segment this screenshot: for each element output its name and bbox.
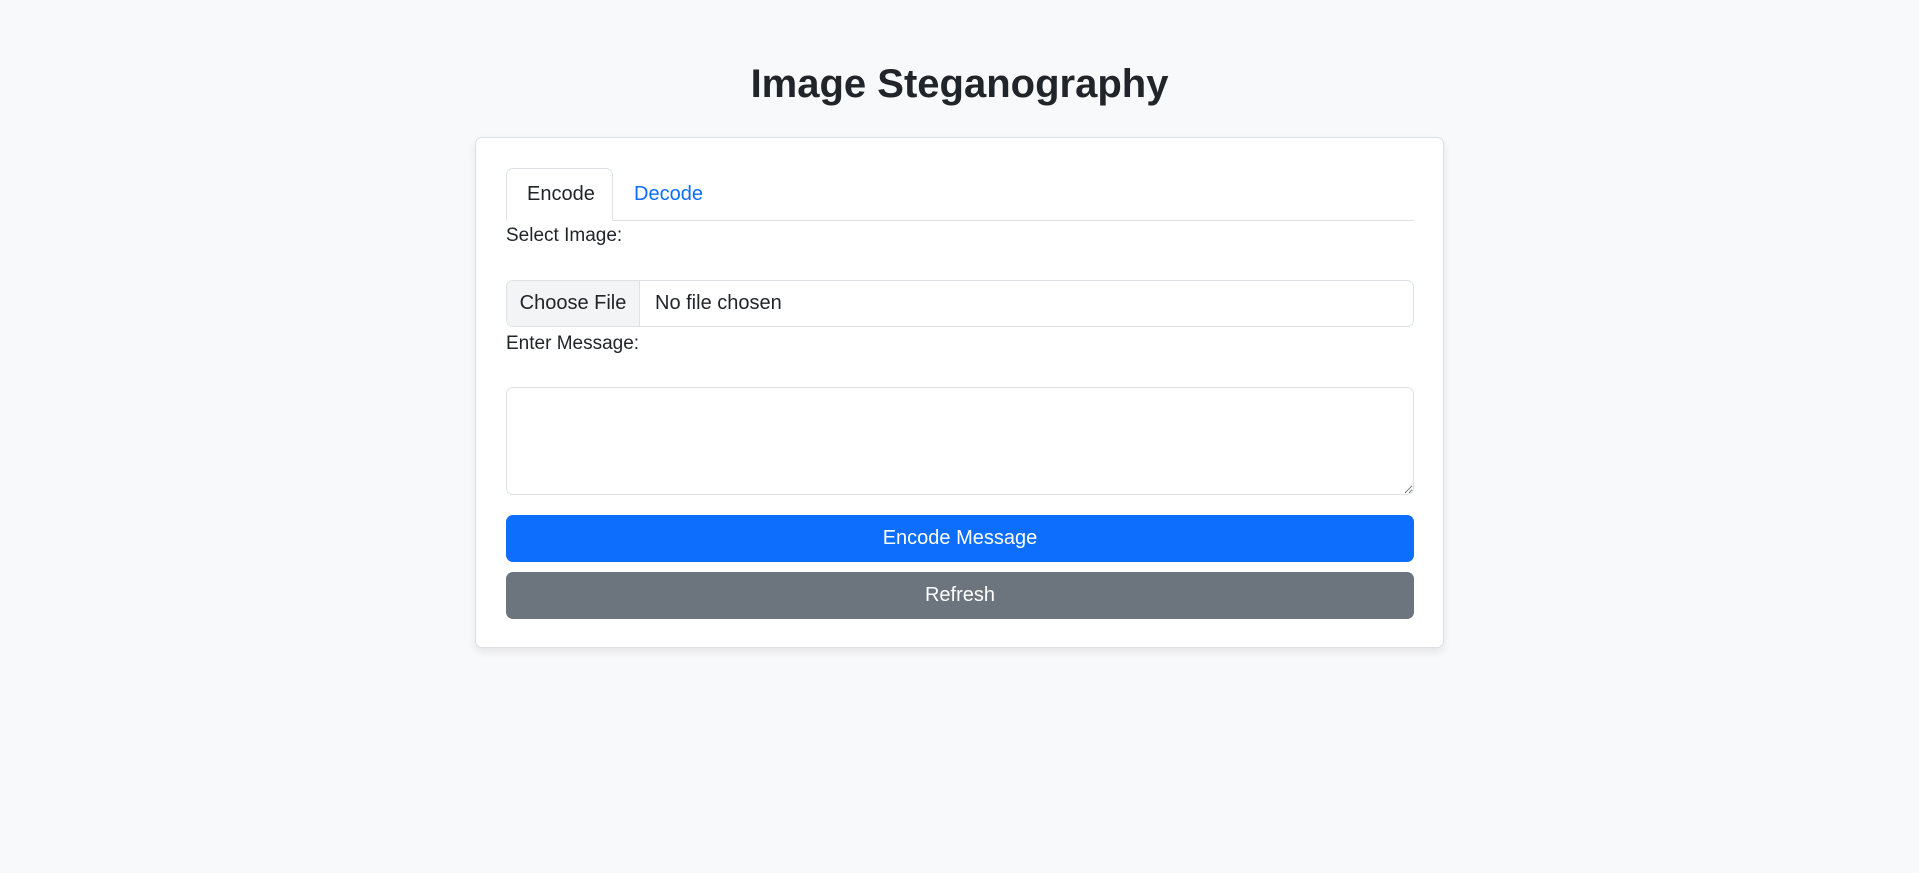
message-label: Enter Message: bbox=[506, 333, 640, 354]
steganography-card: Encode Decode Select Image: Choose File … bbox=[475, 137, 1444, 648]
tab-encode[interactable]: Encode bbox=[506, 168, 613, 221]
message-textarea[interactable] bbox=[506, 387, 1414, 495]
select-image-label: Select Image: bbox=[506, 225, 623, 246]
tab-decode[interactable]: Decode bbox=[613, 168, 724, 220]
image-file-input[interactable]: Choose File No file chosen bbox=[506, 280, 1414, 327]
refresh-button[interactable]: Refresh bbox=[506, 572, 1414, 619]
encode-message-button[interactable]: Encode Message bbox=[506, 515, 1414, 562]
page-title: Image Steganography bbox=[750, 62, 1169, 106]
file-status-text: No file chosen bbox=[655, 292, 782, 314]
tab-bar: Encode Decode bbox=[506, 168, 1414, 221]
choose-file-button[interactable]: Choose File bbox=[507, 281, 640, 326]
